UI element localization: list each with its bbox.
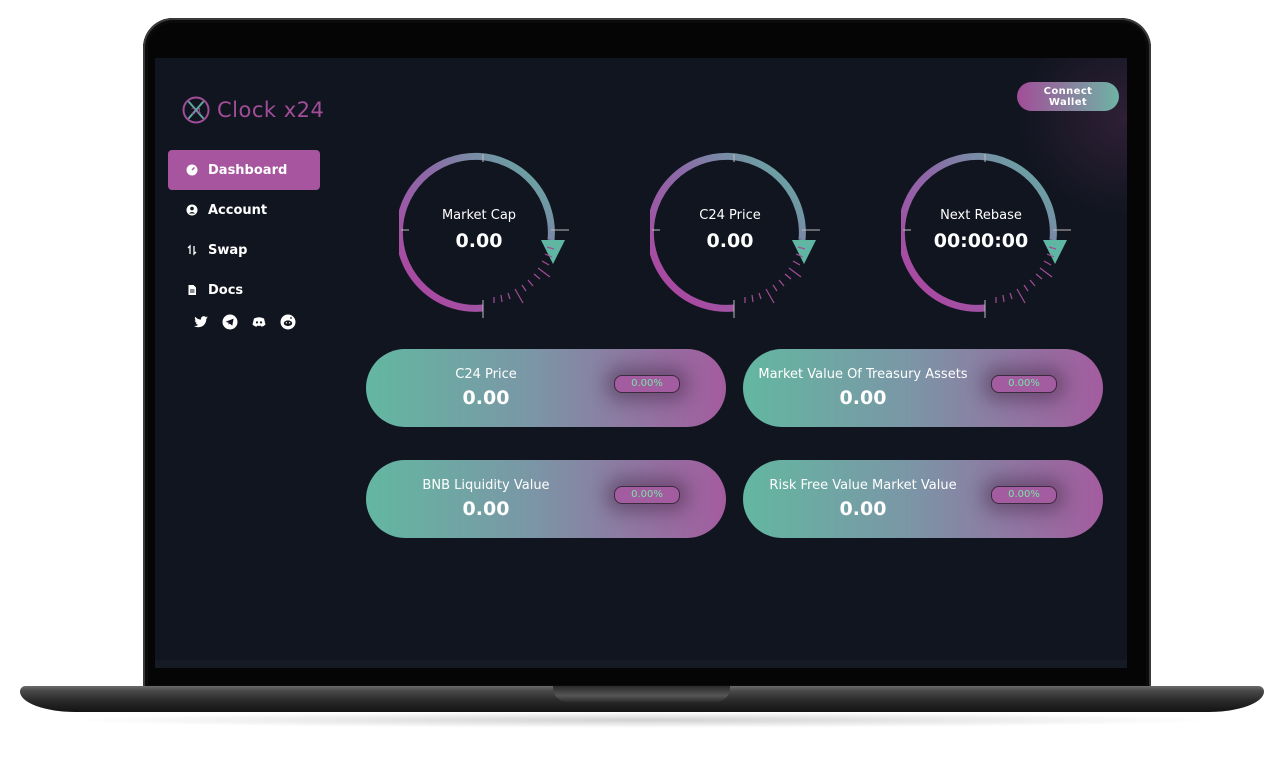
card-value: 0.00 — [839, 387, 887, 409]
sidebar-item-docs[interactable]: Docs — [168, 270, 320, 310]
laptop-shadow — [60, 712, 1224, 728]
gauge-label: Next Rebase — [940, 208, 1022, 223]
account-icon — [186, 204, 198, 216]
card-title: Risk Free Value Market Value — [769, 478, 957, 493]
laptop-notch — [553, 686, 730, 702]
reddit-icon[interactable] — [280, 314, 296, 330]
clock-x24-logo-icon: 24 — [182, 96, 210, 124]
telegram-icon[interactable] — [222, 314, 238, 330]
gauge-next-rebase: Next Rebase 00:00:00 — [901, 150, 1073, 322]
card-value: 0.00 — [462, 387, 510, 409]
gauge-market-cap: Market Cap 0.00 — [399, 150, 571, 322]
svg-text:24: 24 — [191, 107, 201, 116]
gauge-value: 00:00:00 — [933, 230, 1029, 252]
change-badge: 0.00% — [991, 486, 1057, 504]
change-badge: 0.00% — [614, 375, 680, 393]
sidebar-nav: Dashboard Account Swap Docs — [168, 150, 320, 330]
screen-bezel — [155, 660, 1127, 668]
stat-card-risk-free-value: Risk Free Value Market Value 0.00 0.00% — [743, 460, 1103, 538]
gauge-c24-price: C24 Price 0.00 — [650, 150, 822, 322]
gauge-label: C24 Price — [699, 208, 761, 223]
sidebar-item-label: Swap — [208, 242, 248, 258]
gauge-value: 0.00 — [455, 230, 503, 252]
stat-card-c24-price: C24 Price 0.00 0.00% — [366, 349, 726, 427]
card-title: Market Value Of Treasury Assets — [758, 367, 968, 382]
sidebar-item-label: Dashboard — [208, 162, 288, 178]
app-screen: 24 Clock x24 Connect Wallet Dashboard Ac… — [155, 58, 1127, 660]
swap-icon — [187, 244, 197, 256]
card-title: C24 Price — [455, 367, 517, 382]
change-badge: 0.00% — [991, 375, 1057, 393]
gauge-value: 0.00 — [706, 230, 754, 252]
card-title: BNB Liquidity Value — [422, 478, 550, 493]
social-links — [168, 314, 320, 330]
gauge-label: Market Cap — [441, 208, 517, 223]
card-value: 0.00 — [839, 498, 887, 520]
sidebar-item-account[interactable]: Account — [168, 190, 320, 230]
change-badge: 0.00% — [614, 486, 680, 504]
sidebar-item-label: Docs — [208, 282, 244, 298]
stat-card-treasury-assets: Market Value Of Treasury Assets 0.00 0.0… — [743, 349, 1103, 427]
dashboard-icon — [186, 164, 198, 176]
sidebar-item-dashboard[interactable]: Dashboard — [168, 150, 320, 190]
sidebar-item-swap[interactable]: Swap — [168, 230, 320, 270]
connect-wallet-button[interactable]: Connect Wallet — [1017, 82, 1119, 111]
stat-card-bnb-liquidity: BNB Liquidity Value 0.00 0.00% — [366, 460, 726, 538]
sidebar-item-label: Account — [208, 202, 268, 218]
twitter-icon[interactable] — [193, 314, 209, 330]
card-value: 0.00 — [462, 498, 510, 520]
brand-name: Clock x24 — [217, 98, 325, 122]
docs-icon — [188, 285, 196, 295]
brand[interactable]: 24 Clock x24 — [181, 95, 324, 125]
discord-icon[interactable] — [251, 314, 267, 330]
